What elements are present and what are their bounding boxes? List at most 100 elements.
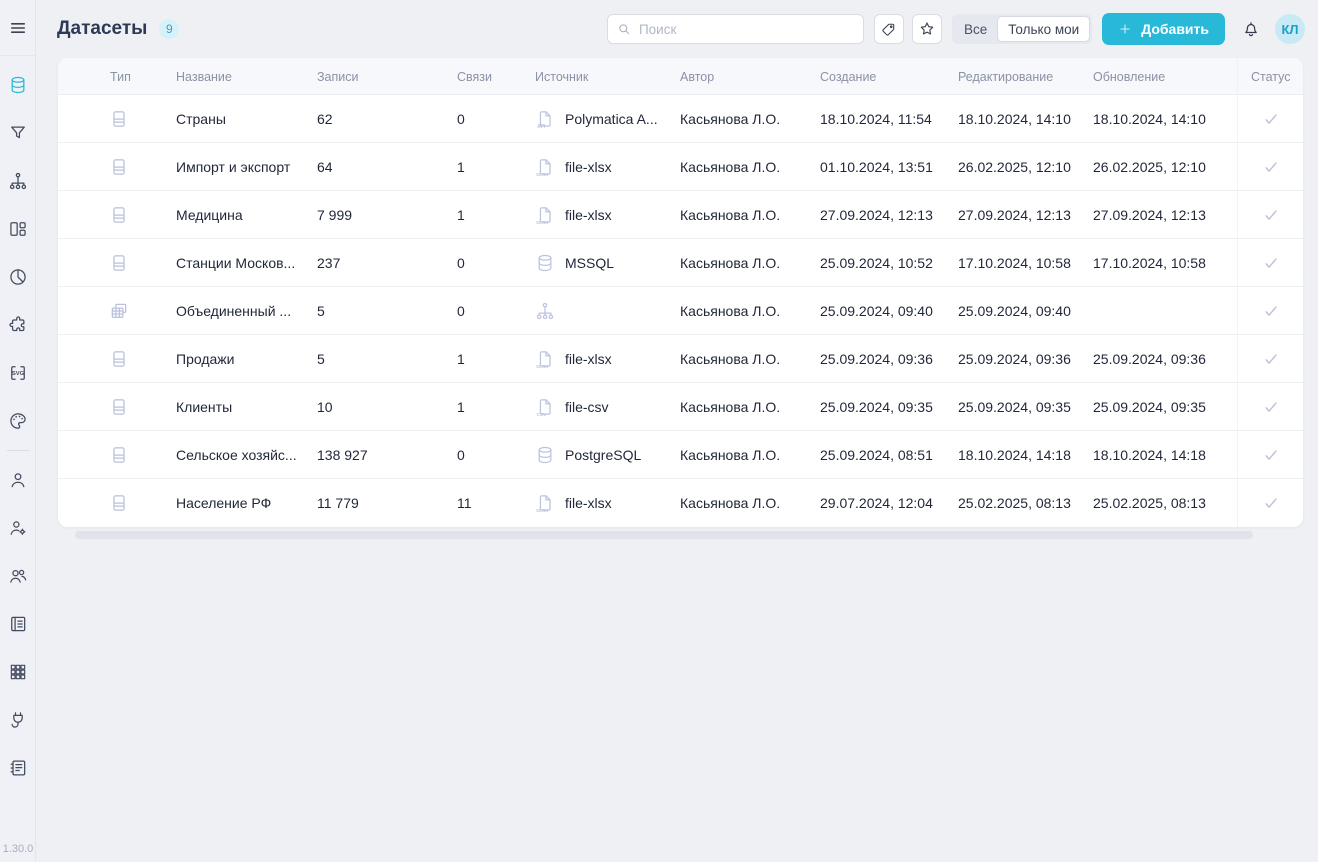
- sidebar-item-puzzle[interactable]: [0, 301, 36, 349]
- page-title: Датасеты: [57, 18, 147, 40]
- author-name: Касьянова Л.О.: [680, 447, 820, 463]
- sidebar-divider: [7, 450, 29, 451]
- table-row[interactable]: Импорт и экспорт641XLSXfile-xlsxКасьянов…: [58, 143, 1303, 191]
- created-date: 25.09.2024, 08:51: [820, 447, 958, 463]
- table-row[interactable]: Страны620APIPolymatica A...Касьянова Л.О…: [58, 95, 1303, 143]
- sidebar-item-layout[interactable]: [0, 205, 36, 253]
- sidebar-item-funnel[interactable]: [0, 109, 36, 157]
- status-check-icon: [1262, 254, 1280, 272]
- notifications-button[interactable]: [1241, 19, 1261, 39]
- dataset-doc-icon: [109, 109, 129, 129]
- sidebar-item-sitemap[interactable]: [0, 157, 36, 205]
- table-row[interactable]: Клиенты101CSVfile-csvКасьянова Л.О.25.09…: [58, 383, 1303, 431]
- edited-date: 25.09.2024, 09:35: [958, 399, 1093, 415]
- source-name: MSSQL: [565, 255, 614, 271]
- edited-date: 27.09.2024, 12:13: [958, 207, 1093, 223]
- table-row[interactable]: Станции Москов...2370MSSQLКасьянова Л.О.…: [58, 239, 1303, 287]
- created-date: 27.09.2024, 12:13: [820, 207, 958, 223]
- avatar[interactable]: КЛ: [1275, 14, 1305, 44]
- user-gear-icon: [8, 518, 28, 538]
- links-count: 0: [457, 111, 535, 127]
- links-count: 0: [457, 303, 535, 319]
- dataset-doc-icon: [109, 253, 129, 273]
- search-input[interactable]: [607, 14, 864, 44]
- column-header: Записи: [317, 70, 457, 84]
- source-name: PostgreSQL: [565, 447, 641, 463]
- records-count: 11 779: [317, 495, 457, 511]
- dataset-name: Клиенты: [176, 399, 317, 415]
- sidebar-item-users[interactable]: [0, 552, 36, 600]
- svg-text:XLSX: XLSX: [536, 172, 549, 177]
- horizontal-scrollbar[interactable]: [75, 531, 1253, 539]
- file-xlsx-icon: XLSX: [535, 205, 555, 225]
- sidebar-item-palette[interactable]: [0, 397, 36, 445]
- sidebar-item-user-gear[interactable]: [0, 504, 36, 552]
- links-count: 1: [457, 159, 535, 175]
- database-source-icon: [535, 445, 555, 465]
- svg-text:SVG: SVG: [11, 371, 24, 377]
- file-xlsx-icon: XLSX: [535, 157, 555, 177]
- sidebar-item-plug[interactable]: [0, 696, 36, 744]
- links-count: 1: [457, 351, 535, 367]
- favorites-filter-button[interactable]: [912, 14, 942, 44]
- table-row[interactable]: Население РФ11 77911XLSXfile-xlsxКасьяно…: [58, 479, 1303, 527]
- column-header: Создание: [820, 70, 958, 84]
- star-icon: [918, 20, 936, 38]
- dataset-name: Медицина: [176, 207, 317, 223]
- table-row[interactable]: Медицина7 9991XLSXfile-xlsxКасьянова Л.О…: [58, 191, 1303, 239]
- ownership-toggle: Все Только мои: [952, 14, 1092, 44]
- edited-date: 25.09.2024, 09:40: [958, 303, 1093, 319]
- sidebar-item-user[interactable]: [0, 456, 36, 504]
- records-count: 62: [317, 111, 457, 127]
- status-cell: [1237, 335, 1303, 383]
- file-csv-icon: CSV: [535, 397, 555, 417]
- edited-date: 25.02.2025, 08:13: [958, 495, 1093, 511]
- sidebar-item-pie-chart[interactable]: [0, 253, 36, 301]
- records-count: 64: [317, 159, 457, 175]
- created-date: 18.10.2024, 11:54: [820, 111, 958, 127]
- dataset-name: Сельское хозяйс...: [176, 447, 317, 463]
- author-name: Касьянова Л.О.: [680, 303, 820, 319]
- users-icon: [8, 566, 28, 586]
- filter-all-option[interactable]: Все: [954, 16, 997, 42]
- records-count: 5: [317, 303, 457, 319]
- table-row[interactable]: Продажи51XLSXfile-xlsxКасьянова Л.О.25.0…: [58, 335, 1303, 383]
- add-button-label: Добавить: [1141, 21, 1209, 37]
- add-button[interactable]: Добавить: [1102, 13, 1225, 45]
- table-row[interactable]: Объединенный ...50Касьянова Л.О.25.09.20…: [58, 287, 1303, 335]
- tags-filter-button[interactable]: [874, 14, 904, 44]
- author-name: Касьянова Л.О.: [680, 255, 820, 271]
- menu-toggle-button[interactable]: [0, 0, 35, 56]
- table-body: Страны620APIPolymatica A...Касьянова Л.О…: [58, 95, 1303, 527]
- edited-date: 18.10.2024, 14:18: [958, 447, 1093, 463]
- source-name: file-csv: [565, 399, 609, 415]
- app-version: 1.30.0: [0, 843, 36, 855]
- status-cell: [1237, 239, 1303, 287]
- filter-mine-option[interactable]: Только мои: [997, 16, 1090, 42]
- dataset-doc-icon: [109, 349, 129, 369]
- table-header: ТипНазваниеЗаписиСвязиИсточникАвторСозда…: [58, 58, 1303, 95]
- svg-text:XLSX: XLSX: [536, 220, 549, 225]
- journal-icon: [8, 758, 28, 778]
- author-name: Касьянова Л.О.: [680, 207, 820, 223]
- author-name: Касьянова Л.О.: [680, 399, 820, 415]
- updated-date: 17.10.2024, 10:58: [1093, 255, 1237, 271]
- plug-icon: [8, 710, 28, 730]
- sidebar-item-database[interactable]: [0, 61, 36, 109]
- status-cell: [1237, 479, 1303, 527]
- table-row[interactable]: Сельское хозяйс...138 9270PostgreSQLКась…: [58, 431, 1303, 479]
- column-header: Автор: [680, 70, 820, 84]
- sidebar-item-svg[interactable]: SVG: [0, 349, 36, 397]
- sidebar-items: SVG: [0, 56, 35, 792]
- sidebar-item-apps-grid[interactable]: [0, 648, 36, 696]
- sidebar-item-address-book[interactable]: [0, 600, 36, 648]
- created-date: 29.07.2024, 12:04: [820, 495, 958, 511]
- sitemap-source-icon: [535, 301, 555, 321]
- status-check-icon: [1262, 494, 1280, 512]
- svg-text:XLSX: XLSX: [536, 508, 549, 513]
- status-check-icon: [1262, 158, 1280, 176]
- links-count: 0: [457, 447, 535, 463]
- dataset-name: Импорт и экспорт: [176, 159, 317, 175]
- svg-text:API: API: [537, 124, 546, 129]
- sidebar-item-journal[interactable]: [0, 744, 36, 792]
